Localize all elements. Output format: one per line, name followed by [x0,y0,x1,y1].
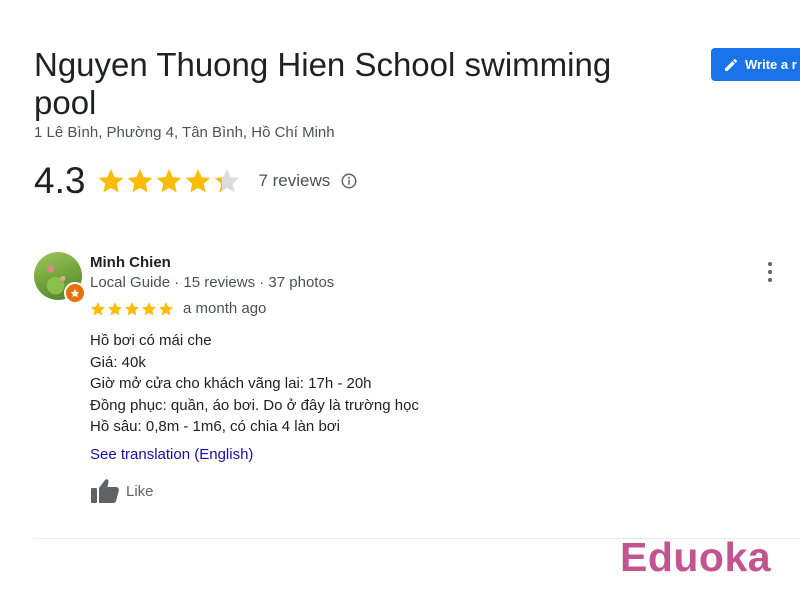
reviewer-name[interactable]: Minh Chien [90,254,171,271]
review-line: Giờ mở cửa cho khách vãng lai: 17h - 20h [90,375,372,392]
review-text: Hồ bơi có mái che Giá: 40k Giờ mở cửa ch… [90,330,419,438]
review-stars [90,301,175,317]
review-line: Hồ sâu: 0,8m - 1m6, có chia 4 làn bơi [90,418,340,435]
rating-stars [97,167,242,195]
place-title: Nguyen Thuong Hien School swimming pool [34,46,612,121]
review-time: a month ago [183,300,267,317]
review-count-link[interactable]: 7 reviews [258,171,330,191]
star-icon [108,301,122,315]
star-icon [159,301,173,315]
review-line: Đồng phục: quần, áo bơi. Do ở đây là trư… [90,396,419,414]
watermark-logo: Eduoka [620,534,772,580]
write-review-button[interactable]: Write a r [711,48,800,81]
see-translation-link[interactable]: See translation (English) [90,446,253,463]
star-icon [99,169,124,193]
like-button[interactable]: Like [90,478,154,504]
local-guide-badge-icon [64,282,86,304]
rating-summary: 4.3 7 reviews [34,160,358,202]
review-rating: a month ago [90,300,266,317]
reviewer-meta: Local Guide · 15 reviews · 37 photos [90,274,335,291]
like-label: Like [126,482,154,500]
pencil-icon [725,58,738,71]
star-icon [186,169,211,193]
star-icon [91,301,105,315]
write-review-label: Write a r [745,57,797,72]
review-line: Giá: 40k [90,353,146,371]
review-line: Hồ bơi có mái che [90,332,212,349]
page: Nguyen Thuong Hien School swimming pool … [0,0,800,600]
star-icon [142,301,156,315]
star-icon [128,169,153,193]
info-icon[interactable] [340,172,358,190]
star-icon [215,169,240,193]
place-address: 1 Lê Bình, Phường 4, Tân Bình, Hồ Chí Mi… [34,124,335,141]
rating-value: 4.3 [34,160,86,201]
star-icon [125,301,139,315]
star-icon [157,169,182,193]
thumbs-up-icon [91,479,119,503]
more-options-icon[interactable] [762,262,778,282]
